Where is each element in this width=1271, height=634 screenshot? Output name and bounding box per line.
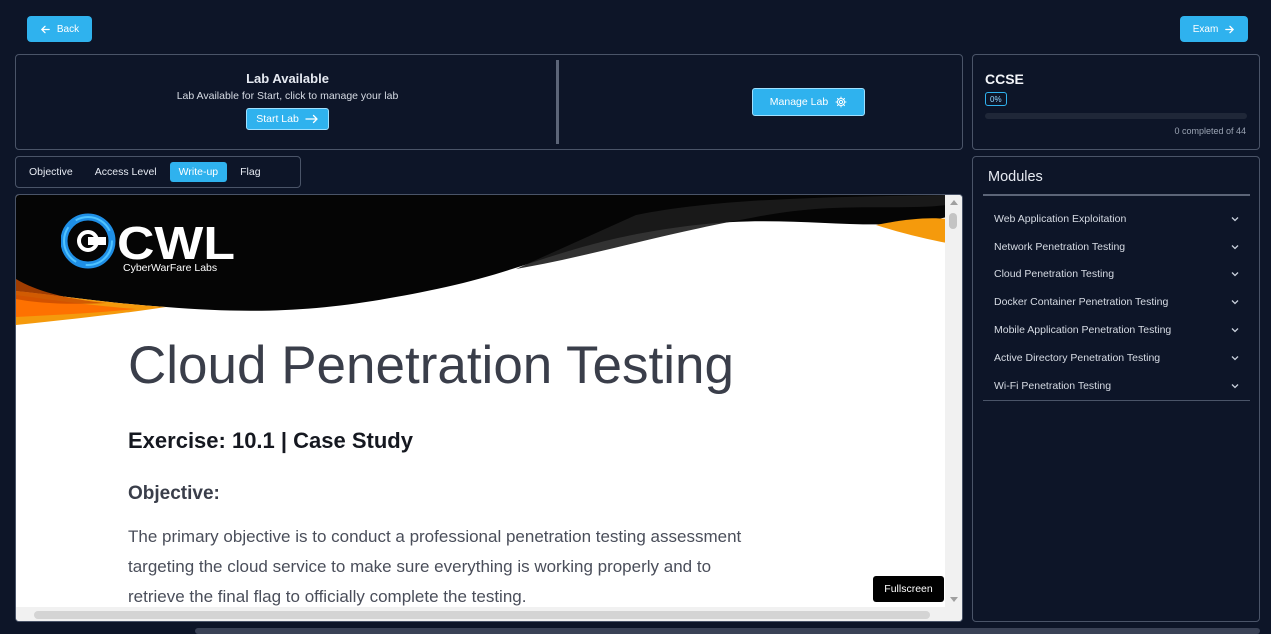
back-button[interactable]: Back [27,16,92,42]
chevron-down-icon [1231,383,1239,389]
module-item-docker-container-penetration-testing[interactable]: Docker Container Penetration Testing [983,288,1250,316]
modules-title: Modules [988,169,1043,185]
exercise-heading: Exercise: 10.1 | Case Study [128,428,413,453]
progress-percent-badge: 0% [985,92,1007,106]
content-tabs: Objective Access Level Write-up Flag [15,156,301,188]
scrollbar-thumb[interactable] [195,628,1260,634]
module-item-web-application-exploitation[interactable]: Web Application Exploitation [983,205,1250,233]
arrow-left-icon [40,25,50,33]
scrollbar-thumb[interactable] [949,213,957,229]
objective-line: retrieve the final flag to officially co… [128,587,527,606]
manage-lab-button[interactable]: Manage Lab [752,88,865,116]
modules-panel: Modules Web Application Exploitation Net… [972,156,1260,622]
fullscreen-button[interactable]: Fullscreen [873,576,944,602]
scroll-up-icon[interactable] [950,200,958,205]
course-code: CCSE [985,71,1024,87]
arrow-right-icon [305,114,318,123]
back-button-label: Back [56,23,80,35]
progress-bar [985,113,1247,119]
module-label: Active Directory Penetration Testing [994,351,1161,364]
lab-info: Lab Available Lab Available for Start, c… [16,55,559,149]
chevron-down-icon [1231,328,1239,333]
module-label: Docker Container Penetration Testing [994,296,1169,309]
tab-objective[interactable]: Objective [20,162,82,182]
module-item-wi-fi-penetration-testing[interactable]: Wi-Fi Penetration Testing [983,372,1250,400]
start-lab-button[interactable]: Start Lab [246,107,329,130]
lab-title: Lab Available [246,70,329,86]
chevron-down-icon [1231,272,1239,277]
lab-subtitle: Lab Available for Start, click to manage… [176,89,399,102]
tab-write-up[interactable]: Write-up [169,162,228,182]
objective-line: The primary objective is to conduct a pr… [128,527,742,546]
writeup-viewer[interactable]: CWL CyberWarFare Labs Cloud Penetration … [15,194,963,622]
module-label: Cloud Penetration Testing [994,268,1115,281]
document-title: Cloud Penetration Testing [128,336,734,395]
chevron-down-icon [1231,355,1239,361]
chevron-down-icon [1231,244,1239,250]
divider [983,194,1250,196]
objective-heading: Objective: [128,483,220,504]
scrollbar-thumb[interactable] [34,611,930,619]
viewer-vertical-scrollbar[interactable] [945,195,962,607]
module-label: Mobile Application Penetration Testing [994,324,1172,337]
viewer-horizontal-scrollbar[interactable] [16,607,962,621]
module-item-cloud-penetration-testing[interactable]: Cloud Penetration Testing [983,261,1250,289]
exam-button-label: Exam [1192,23,1219,35]
module-label: Network Penetration Testing [994,240,1126,253]
arrow-right-icon [1225,25,1235,33]
module-item-active-directory-penetration-testing[interactable]: Active Directory Penetration Testing [983,344,1250,372]
page-horizontal-scrollbar[interactable] [0,626,1271,634]
objective-line: targeting the cloud service to make sure… [128,557,712,576]
exam-button[interactable]: Exam [1180,16,1248,42]
module-list: Web Application Exploitation Network Pen… [983,205,1250,400]
completed-count: 0 completed of 44 [1174,126,1246,136]
module-item-mobile-application-penetration-testing[interactable]: Mobile Application Penetration Testing [983,316,1250,344]
module-item-network-penetration-testing[interactable]: Network Penetration Testing [983,233,1250,261]
writeup-document: CWL CyberWarFare Labs Cloud Penetration … [16,195,947,607]
course-progress-panel: CCSE 0% 0 completed of 44 [972,54,1260,150]
manage-lab-label: Manage Lab [769,96,829,108]
gear-icon [835,96,847,108]
chevron-down-icon [1231,216,1239,222]
divider [983,400,1250,401]
objective-text: The primary objective is to conduct a pr… [128,522,818,607]
module-label: Wi-Fi Penetration Testing [994,379,1112,392]
tab-flag[interactable]: Flag [231,162,269,182]
chevron-down-icon [1231,300,1239,305]
lab-status-panel: Lab Available Lab Available for Start, c… [15,54,963,150]
tab-access-level[interactable]: Access Level [86,162,166,182]
cwl-logo-tagline: CyberWarFare Labs [123,262,217,274]
module-label: Web Application Exploitation [994,212,1127,225]
cwl-logo: CWL CyberWarFare Labs [61,213,235,274]
panel-divider [556,60,559,144]
start-lab-label: Start Lab [256,112,299,125]
scroll-down-icon[interactable] [950,597,958,602]
